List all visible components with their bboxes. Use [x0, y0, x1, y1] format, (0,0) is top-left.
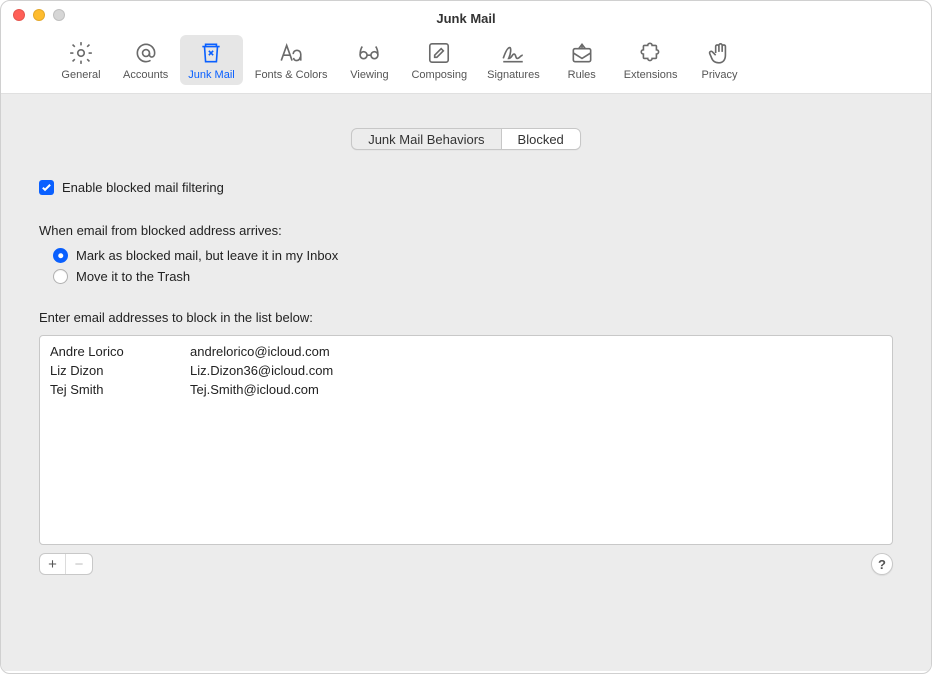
- radio-button[interactable]: [53, 269, 68, 284]
- segment-blocked[interactable]: Blocked: [502, 129, 580, 149]
- radio-button[interactable]: [53, 248, 68, 263]
- enable-filtering-checkbox[interactable]: [39, 180, 54, 195]
- preferences-window: Junk Mail General Accounts Junk Mail F: [0, 0, 932, 674]
- toolbar-signatures[interactable]: Signatures: [479, 35, 548, 85]
- toolbar-fonts[interactable]: Fonts & Colors: [247, 35, 336, 85]
- signature-icon: [499, 39, 527, 67]
- glasses-icon: [355, 39, 383, 67]
- contact-name: Tej Smith: [50, 382, 190, 397]
- list-item[interactable]: Liz Dizon Liz.Dizon36@icloud.com: [40, 361, 892, 380]
- blocklist-heading: Enter email addresses to block in the li…: [39, 310, 893, 325]
- puzzle-icon: [637, 39, 665, 67]
- radio-move-trash[interactable]: Move it to the Trash: [53, 269, 893, 284]
- titlebar: Junk Mail: [1, 1, 931, 29]
- close-window-button[interactable]: [13, 9, 25, 21]
- contact-email: Tej.Smith@icloud.com: [190, 382, 882, 397]
- toolbar-label: Signatures: [487, 69, 540, 81]
- list-item[interactable]: Tej Smith Tej.Smith@icloud.com: [40, 380, 892, 399]
- remove-button[interactable]: −: [66, 554, 92, 574]
- rules-icon: [568, 39, 596, 67]
- contact-name: Liz Dizon: [50, 363, 190, 378]
- gear-icon: [67, 39, 95, 67]
- contact-email: andrelorico@icloud.com: [190, 344, 882, 359]
- toolbar-composing[interactable]: Composing: [403, 35, 475, 85]
- toolbar-label: Accounts: [123, 69, 168, 81]
- contact-name: Andre Lorico: [50, 344, 190, 359]
- segment-junk-behaviors[interactable]: Junk Mail Behaviors: [352, 129, 501, 149]
- minimize-window-button[interactable]: [33, 9, 45, 21]
- enable-filtering-label: Enable blocked mail filtering: [62, 180, 224, 195]
- radio-label: Mark as blocked mail, but leave it in my…: [76, 248, 338, 263]
- window-title: Junk Mail: [1, 5, 931, 26]
- arrival-heading: When email from blocked address arrives:: [39, 223, 893, 238]
- list-item[interactable]: Andre Lorico andrelorico@icloud.com: [40, 342, 892, 361]
- blocked-addresses-list[interactable]: Andre Lorico andrelorico@icloud.com Liz …: [39, 335, 893, 545]
- toolbar-general[interactable]: General: [51, 35, 111, 85]
- toolbar-label: Viewing: [350, 69, 388, 81]
- toolbar-label: Junk Mail: [188, 69, 234, 81]
- enable-filtering-row[interactable]: Enable blocked mail filtering: [39, 180, 893, 195]
- segmented-control: Junk Mail Behaviors Blocked: [351, 128, 581, 150]
- toolbar-rules[interactable]: Rules: [552, 35, 612, 85]
- toolbar-accounts[interactable]: Accounts: [115, 35, 176, 85]
- hand-icon: [706, 39, 734, 67]
- zoom-window-button[interactable]: [53, 9, 65, 21]
- traffic-lights: [13, 9, 65, 21]
- trash-x-icon: [197, 39, 225, 67]
- add-remove-control: + −: [39, 553, 93, 575]
- compose-icon: [425, 39, 453, 67]
- toolbar-label: Composing: [411, 69, 467, 81]
- at-sign-icon: [132, 39, 160, 67]
- toolbar-label: Extensions: [624, 69, 678, 81]
- toolbar-label: Fonts & Colors: [255, 69, 328, 81]
- content-area: Junk Mail Behaviors Blocked Enable block…: [1, 94, 931, 671]
- contact-email: Liz.Dizon36@icloud.com: [190, 363, 882, 378]
- fonts-icon: [277, 39, 305, 67]
- toolbar-label: Rules: [568, 69, 596, 81]
- toolbar-viewing[interactable]: Viewing: [339, 35, 399, 85]
- help-button[interactable]: ?: [871, 553, 893, 575]
- toolbar-junkmail[interactable]: Junk Mail: [180, 35, 242, 85]
- radio-label: Move it to the Trash: [76, 269, 190, 284]
- radio-mark-blocked[interactable]: Mark as blocked mail, but leave it in my…: [53, 248, 893, 263]
- preferences-toolbar: General Accounts Junk Mail Fonts & Color…: [1, 29, 931, 94]
- toolbar-label: Privacy: [701, 69, 737, 81]
- toolbar-privacy[interactable]: Privacy: [690, 35, 750, 85]
- add-button[interactable]: +: [40, 554, 66, 574]
- toolbar-label: General: [61, 69, 100, 81]
- toolbar-extensions[interactable]: Extensions: [616, 35, 686, 85]
